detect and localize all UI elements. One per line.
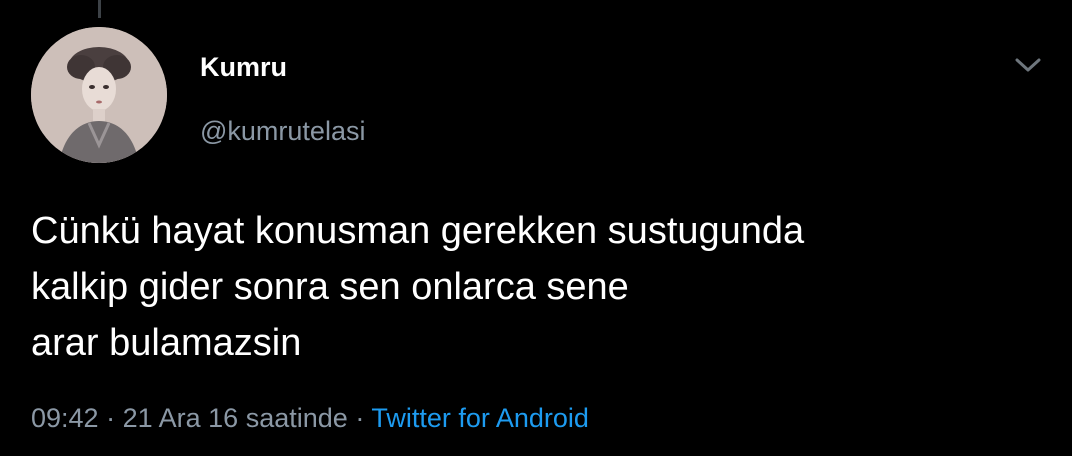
- tweet-text-line: kalkip gider sonra sen onlarca sene: [31, 266, 629, 308]
- tweet-metadata: 09:42 · 21 Ara 16 saatinde · Twitter for…: [31, 398, 589, 438]
- more-options-button[interactable]: [1008, 48, 1048, 82]
- thread-connector-line: [98, 0, 101, 18]
- tweet-date[interactable]: 21 Ara 16 saatinde: [123, 403, 348, 433]
- tweet-time[interactable]: 09:42: [31, 403, 99, 433]
- tweet-text-line: Cünkü hayat konusman gerekken sustugunda: [31, 210, 805, 252]
- display-name[interactable]: Kumru: [200, 50, 365, 84]
- avatar-portrait-image: [31, 27, 167, 163]
- user-handle[interactable]: @kumrutelasi: [200, 114, 365, 148]
- avatar[interactable]: [31, 27, 167, 163]
- meta-separator: ·: [355, 403, 365, 433]
- tweet-text-line: arar bulamazsin: [31, 322, 302, 364]
- chevron-down-icon: [1015, 58, 1041, 72]
- meta-separator: ·: [106, 403, 116, 433]
- tweet-header: Kumru @kumrutelasi: [200, 50, 365, 148]
- tweet-source-link[interactable]: Twitter for Android: [371, 403, 589, 433]
- tweet-text: Cünkü hayat konusman gerekken sustugunda…: [31, 203, 1051, 371]
